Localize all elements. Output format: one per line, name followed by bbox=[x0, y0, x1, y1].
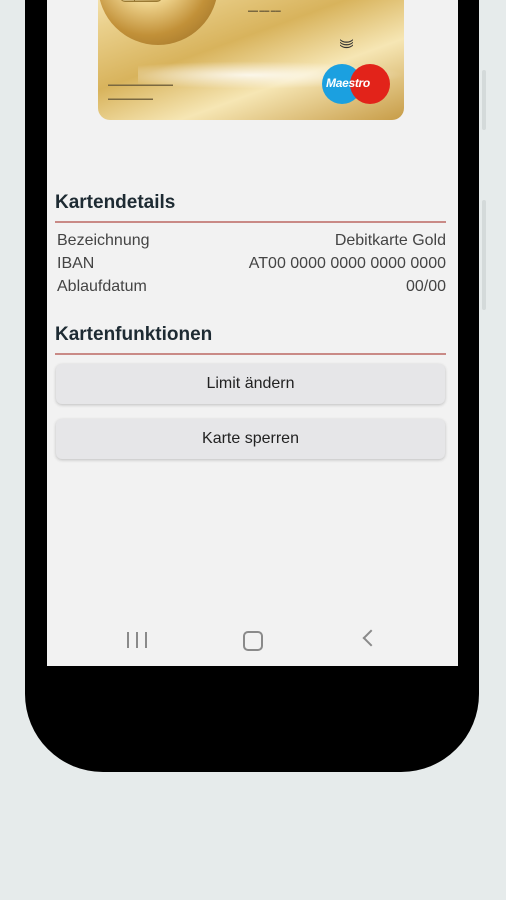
card-fine-print-2: ▬▬▬▬▬▬▬▬▬▬▬▬▬ bbox=[108, 82, 173, 88]
detail-row-iban: IBAN AT00 0000 0000 0000 0000 bbox=[57, 255, 446, 277]
system-navigation-bar bbox=[47, 620, 458, 660]
change-limit-button[interactable]: Limit ändern bbox=[56, 364, 445, 404]
volume-button bbox=[482, 70, 486, 130]
detail-row-designation: Bezeichnung Debitkarte Gold bbox=[57, 232, 446, 254]
recent-apps-icon[interactable] bbox=[127, 632, 147, 648]
card-fine-print-3: ▬▬▬▬▬▬▬▬▬ bbox=[108, 96, 153, 102]
home-icon[interactable] bbox=[243, 631, 263, 651]
contactless-icon: ))) bbox=[340, 39, 356, 47]
functions-title: Kartenfunktionen bbox=[55, 324, 446, 355]
power-button bbox=[482, 200, 486, 310]
card-chip bbox=[120, 0, 162, 2]
back-icon[interactable] bbox=[362, 629, 380, 647]
detail-row-expiry: Ablaufdatum 00/00 bbox=[57, 278, 446, 300]
maestro-logo: Maestro bbox=[322, 64, 392, 104]
block-card-button[interactable]: Karte sperren bbox=[56, 419, 445, 459]
detail-value: Debitkarte Gold bbox=[334, 232, 446, 249]
maestro-label: Maestro bbox=[326, 76, 370, 90]
detail-label: Ablaufdatum bbox=[57, 278, 147, 295]
detail-label: Bezeichnung bbox=[57, 232, 150, 249]
debit-card-image: ▬▬ ▬▬ ▬▬ ▬▬▬▬▬▬▬▬▬▬▬▬▬ ▬▬▬▬▬▬▬▬▬ ))) Mae… bbox=[98, 0, 404, 120]
card-fine-print: ▬▬ ▬▬ ▬▬ bbox=[248, 8, 281, 14]
details-title: Kartendetails bbox=[55, 192, 446, 223]
app-screen: ▬▬ ▬▬ ▬▬ ▬▬▬▬▬▬▬▬▬▬▬▬▬ ▬▬▬▬▬▬▬▬▬ ))) Mae… bbox=[47, 0, 458, 666]
detail-label: IBAN bbox=[57, 255, 95, 272]
detail-value: 00/00 bbox=[405, 278, 446, 295]
globe-icon bbox=[98, 0, 218, 45]
detail-value: AT00 0000 0000 0000 0000 bbox=[248, 255, 446, 272]
